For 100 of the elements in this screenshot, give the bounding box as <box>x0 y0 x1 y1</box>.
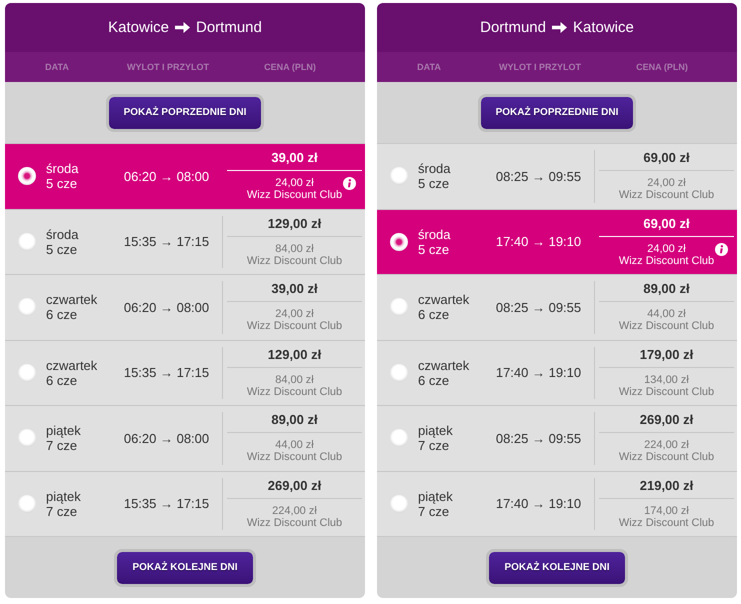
flight-times: 15:35 → 17:15 <box>122 365 210 380</box>
day-label: środa <box>46 226 79 242</box>
column-header: WYLOT I PRZYLOT <box>126 62 210 72</box>
flight-times: 17:40 → 19:10 <box>494 496 582 512</box>
club-name-label: Wizz Discount Club <box>618 320 714 332</box>
date-label: 5 cze <box>46 242 78 257</box>
club-price-label: 24,00 zł <box>275 308 314 320</box>
flight-row[interactable]: czwartek 6 cze 06:20 → 08:00 39,00 zł 24,00 zł Wizz Discount Club <box>5 275 365 340</box>
club-price-label: 24,00 zł <box>275 177 314 189</box>
price-label: 39,00 zł <box>227 281 362 302</box>
origin-city: Dortmund <box>480 19 546 36</box>
club-name-label: Wizz Discount Club <box>246 386 342 398</box>
radio-button[interactable] <box>390 232 408 251</box>
flight-row[interactable]: piątek 7 cze 06:20 → 08:00 89,00 zł 44,00 zł Wizz Discount Club <box>5 406 365 472</box>
flight-times: 17:40 → 19:10 <box>494 365 582 380</box>
radio-button[interactable] <box>18 167 36 186</box>
price-label: 129,00 zł <box>227 346 362 368</box>
club-price-label: 224,00 zł <box>272 504 317 516</box>
column-header: CENA (PLN) <box>635 62 689 72</box>
radio-button[interactable] <box>18 429 36 448</box>
day-label: czwartek <box>418 292 470 308</box>
radio-button[interactable] <box>390 364 408 382</box>
club-price-label: 84,00 zł <box>275 242 314 254</box>
destination-city: Dortmund <box>196 19 262 36</box>
previous-days-button[interactable]: POKAŻ POPRZEDNIE DNI <box>106 94 264 132</box>
column-header: DATA <box>44 62 70 72</box>
arrow-icon <box>175 22 190 33</box>
day-label: piątek <box>46 423 81 438</box>
origin-city: Katowice <box>108 19 169 36</box>
info-icon[interactable] <box>343 177 356 190</box>
column-header: DATA <box>416 62 442 72</box>
price-label: 69,00 zł <box>599 216 734 236</box>
arrow-icon <box>552 22 567 33</box>
flight-times: 08:25 → 09:55 <box>494 168 582 184</box>
radio-button[interactable] <box>390 429 408 448</box>
radio-button[interactable] <box>390 298 408 316</box>
day-label: piątek <box>418 488 453 504</box>
flight-row[interactable]: piątek 7 cze 17:40 → 19:10 219,00 zł 174,00 zł Wizz Discount Club <box>377 472 737 537</box>
date-label: 5 cze <box>418 176 450 192</box>
info-icon[interactable] <box>715 242 728 256</box>
day-label: czwartek <box>46 358 98 373</box>
date-label: 7 cze <box>46 438 78 454</box>
club-price-label: 84,00 zł <box>275 374 314 386</box>
club-name-label: Wizz Discount Club <box>618 254 714 266</box>
next-days-button[interactable]: POKAŻ KOLEJNE DNI <box>114 548 256 586</box>
next-days-button[interactable]: POKAŻ KOLEJNE DNI <box>486 548 628 586</box>
flight-times: 15:35 → 17:15 <box>122 234 210 250</box>
date-label: 6 cze <box>46 307 78 322</box>
flight-row[interactable]: środa 5 cze 08:25 → 09:55 69,00 zł 24,00 zł Wizz Discount Club <box>377 144 737 210</box>
price-label: 179,00 zł <box>599 346 734 368</box>
destination-city: Katowice <box>572 19 634 36</box>
flight-times: 15:35 → 17:15 <box>122 496 210 512</box>
price-label: 219,00 zł <box>599 478 734 498</box>
radio-button[interactable] <box>18 298 36 316</box>
flight-times: 08:25 → 09:55 <box>494 300 582 315</box>
flight-times: 08:25 → 09:55 <box>494 430 582 446</box>
price-label: 89,00 zł <box>599 281 734 302</box>
column-header: CENA (PLN) <box>263 62 317 72</box>
flight-row[interactable]: piątek 7 cze 08:25 → 09:55 269,00 zł 224,00 zł Wizz Discount Club <box>377 406 737 472</box>
club-price-label: 44,00 zł <box>275 439 314 451</box>
day-label: środa <box>46 161 79 176</box>
club-price-label: 24,00 zł <box>647 242 686 254</box>
flight-times: 06:20 → 08:00 <box>122 168 210 184</box>
club-name-label: Wizz Discount Club <box>618 516 714 528</box>
club-price-label: 44,00 zł <box>647 308 686 320</box>
radio-button[interactable] <box>18 494 36 513</box>
date-label: 6 cze <box>46 372 78 388</box>
club-name-label: Wizz Discount Club <box>246 320 342 332</box>
club-price-label: 174,00 zł <box>644 504 689 516</box>
club-name-label: Wizz Discount Club <box>246 189 342 201</box>
day-label: czwartek <box>46 292 98 308</box>
flight-times: 17:40 → 19:10 <box>494 234 582 250</box>
radio-button[interactable] <box>390 167 408 186</box>
flight-row[interactable]: czwartek 6 cze 08:25 → 09:55 89,00 zł 44,00 zł Wizz Discount Club <box>377 275 737 340</box>
price-label: 129,00 zł <box>227 216 362 236</box>
flight-row[interactable]: czwartek 6 cze 15:35 → 17:15 129,00 zł 84,00 zł Wizz Discount Club <box>5 340 365 406</box>
club-price-label: 224,00 zł <box>644 439 689 451</box>
price-label: 69,00 zł <box>599 150 734 171</box>
date-label: 5 cze <box>418 242 450 257</box>
flight-row[interactable]: środa 5 cze 06:20 → 08:00 39,00 zł 24,00 zł Wizz Discount Club <box>5 144 365 210</box>
club-name-label: Wizz Discount Club <box>246 451 342 463</box>
radio-button[interactable] <box>18 232 36 251</box>
previous-days-button[interactable]: POKAŻ POPRZEDNIE DNI <box>478 94 636 132</box>
date-label: 6 cze <box>418 307 450 322</box>
day-label: środa <box>418 226 451 242</box>
club-name-label: Wizz Discount Club <box>618 386 714 398</box>
flight-row[interactable]: czwartek 6 cze 17:40 → 19:10 179,00 zł 134,00 zł Wizz Discount Club <box>377 340 737 406</box>
flight-row[interactable]: piątek 7 cze 15:35 → 17:15 269,00 zł 224,00 zł Wizz Discount Club <box>5 472 365 537</box>
column-header: WYLOT I PRZYLOT <box>498 62 582 72</box>
date-label: 7 cze <box>46 504 78 519</box>
date-label: 7 cze <box>418 438 450 454</box>
day-label: piątek <box>46 488 81 504</box>
radio-button[interactable] <box>18 364 36 382</box>
date-label: 7 cze <box>418 504 450 519</box>
flight-times: 06:20 → 08:00 <box>122 300 210 315</box>
radio-button[interactable] <box>390 494 408 513</box>
club-name-label: Wizz Discount Club <box>618 189 714 201</box>
date-label: 6 cze <box>418 372 450 388</box>
flight-row[interactable]: środa 5 cze 15:35 → 17:15 129,00 zł 84,00 zł Wizz Discount Club <box>5 210 365 275</box>
flight-row[interactable]: środa 5 cze 17:40 → 19:10 69,00 zł 24,00 zł Wizz Discount Club <box>377 210 737 275</box>
